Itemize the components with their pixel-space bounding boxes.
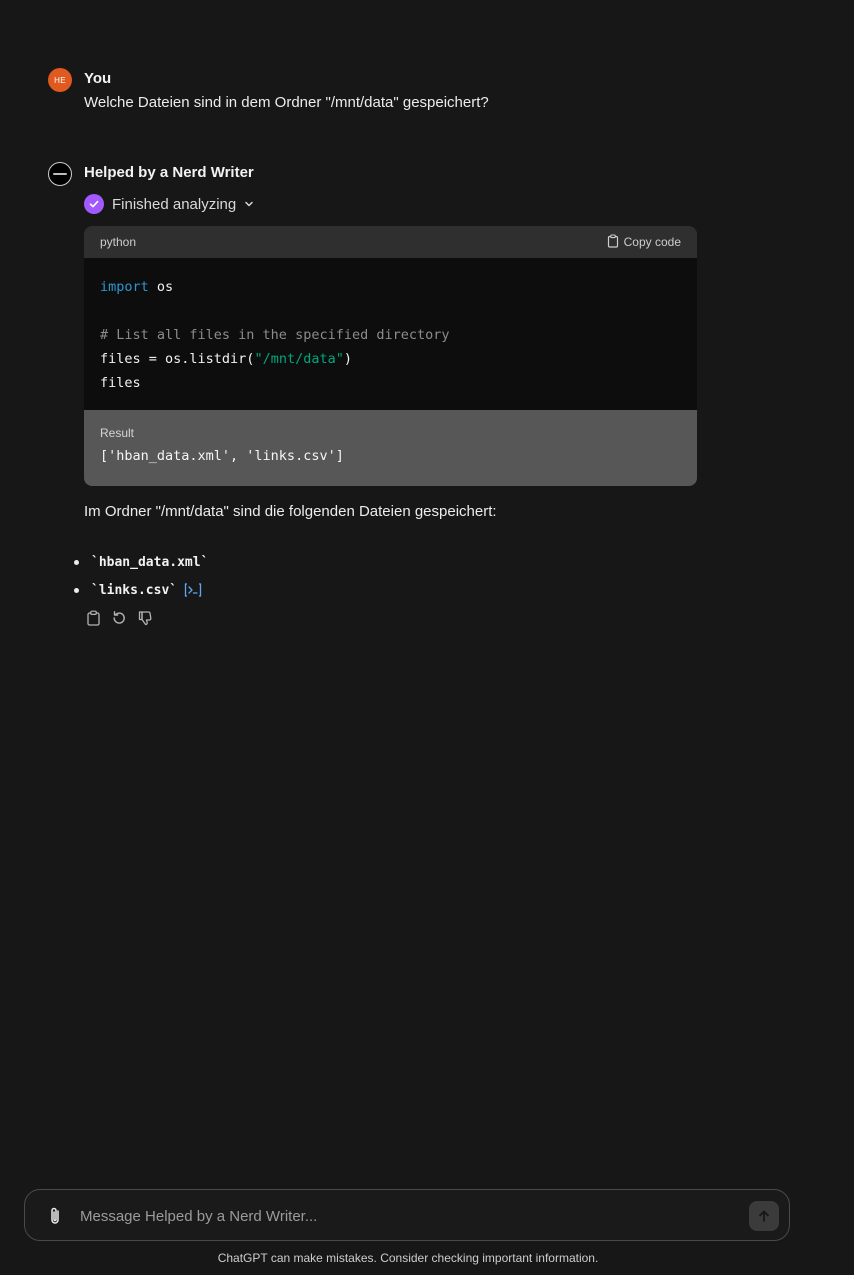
dislike-button[interactable]: [136, 609, 154, 627]
file-name: `hban_data.xml`: [91, 554, 209, 570]
code-result: Result ['hban_data.xml', 'links.csv']: [84, 410, 697, 486]
answer-text: Im Ordner "/mnt/data" sind die folgenden…: [84, 503, 497, 520]
code-line: import os: [100, 279, 174, 295]
analysis-status-toggle[interactable]: Finished analyzing: [84, 194, 254, 214]
list-item: `links.csv`: [72, 576, 208, 604]
regenerate-button[interactable]: [110, 609, 128, 627]
analysis-status-text: Finished analyzing: [112, 195, 237, 213]
clipboard-icon: [86, 610, 100, 626]
arrow-up-icon: [759, 1210, 769, 1222]
clipboard-icon: [607, 233, 619, 251]
copy-code-label: Copy code: [623, 235, 681, 249]
list-item: `hban_data.xml`: [72, 548, 208, 576]
code-header: python Copy code: [84, 226, 697, 258]
user-message-text: Welche Dateien sind in dem Ordner "/mnt/…: [84, 94, 489, 111]
check-icon: [84, 194, 104, 214]
copy-message-button[interactable]: [84, 609, 102, 627]
code-language: python: [100, 235, 137, 249]
send-button[interactable]: [749, 1201, 779, 1231]
file-list: `hban_data.xml` `links.csv`: [72, 548, 208, 604]
copy-code-button[interactable]: Copy code: [607, 233, 681, 251]
result-label: Result: [100, 426, 135, 440]
assistant-avatar: [48, 162, 72, 186]
code-block: python Copy code import os # List all fi…: [84, 226, 697, 486]
chevron-down-icon: [244, 199, 254, 209]
assistant-name: Helped by a Nerd Writer: [84, 164, 254, 181]
chat-page: HE You Welche Dateien sind in dem Ordner…: [0, 0, 854, 1275]
thumbs-down-icon: [138, 611, 152, 626]
code-comment: # List all files in the specified direct…: [100, 327, 450, 343]
user-name: You: [84, 70, 112, 87]
message-actions: [84, 609, 154, 627]
code-body: import os # List all files in the specif…: [84, 258, 697, 410]
paperclip-icon: [51, 1207, 59, 1224]
bullet: [74, 587, 79, 593]
message-composer: [24, 1189, 790, 1241]
user-avatar: HE: [48, 68, 72, 92]
refresh-icon: [113, 611, 125, 624]
code-line: files: [100, 375, 141, 391]
attach-button[interactable]: [45, 1205, 65, 1227]
bullet: [74, 559, 79, 565]
code-line: files = os.listdir("/mnt/data"): [100, 351, 352, 367]
file-name: `links.csv`: [91, 582, 178, 598]
disclaimer-text: ChatGPT can make mistakes. Consider chec…: [217, 1251, 599, 1265]
result-value: ['hban_data.xml', 'links.csv']: [100, 448, 344, 464]
code-link-icon[interactable]: [183, 582, 203, 598]
message-input[interactable]: [80, 1202, 730, 1230]
